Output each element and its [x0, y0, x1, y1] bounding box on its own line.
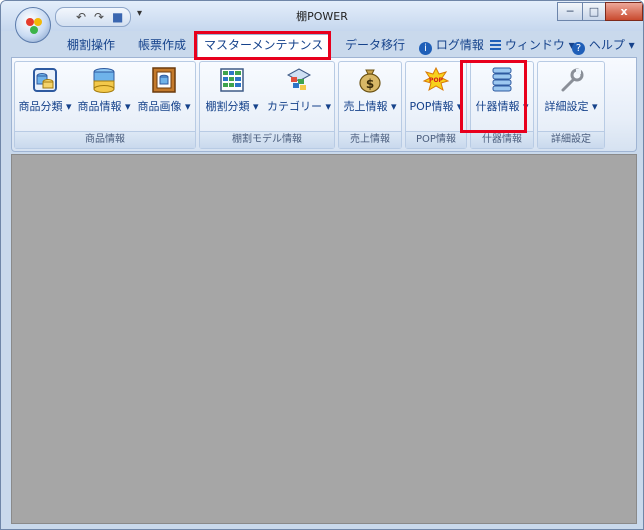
title-bar: ↶ ↷ ■ ▾ 棚POWER ─ □ x: [1, 1, 643, 31]
product-category-icon: [33, 68, 57, 92]
fixture-info-button[interactable]: 什器情報 ▾: [471, 66, 533, 132]
fixture-info-label: 什器情報 ▾: [475, 100, 529, 113]
group-pop-info: POP POP情報 ▾ POP情報: [405, 61, 467, 149]
group-label-fixture-info: 什器情報: [471, 131, 533, 148]
help-menu-label: ヘルプ ▾: [588, 38, 635, 52]
group-label-sales-info: 売上情報: [339, 131, 401, 148]
pop-badge-text: POP: [429, 77, 443, 84]
product-image-button[interactable]: 商品画像 ▾: [135, 66, 193, 132]
workspace-area[interactable]: [11, 154, 637, 524]
pop-burst-icon: POP: [422, 66, 450, 92]
svg-text:$: $: [366, 77, 374, 91]
maximize-button[interactable]: □: [582, 2, 606, 21]
window-menu[interactable]: ウィンドウ ▾: [490, 35, 575, 55]
product-image-icon: [152, 67, 176, 93]
log-info-menu[interactable]: i ログ情報: [419, 35, 484, 55]
tab-master-maintenance[interactable]: マスターメンテナンス: [197, 34, 331, 57]
log-info-label: ログ情報: [435, 38, 484, 52]
help-menu[interactable]: ? ヘルプ ▾: [572, 35, 635, 55]
close-button[interactable]: x: [605, 2, 643, 21]
group-shelf-model-info: 棚割分類 ▾ カテゴリー ▾ 棚割モデル情報: [199, 61, 335, 149]
orb-red-icon: [26, 18, 34, 26]
window-menu-label: ウィンドウ ▾: [504, 38, 575, 52]
group-fixture-info: 什器情報 ▾ 什器情報: [470, 61, 534, 149]
category-icon: [286, 68, 312, 90]
product-info-label: 商品情報 ▾: [77, 100, 131, 113]
group-detail-settings: 詳細設定 ▾ 詳細設定: [537, 61, 605, 149]
orb-green-icon: [30, 26, 38, 34]
category-label: カテゴリー ▾: [266, 100, 332, 113]
help-icon: ?: [572, 42, 585, 55]
tab-shelf-operation[interactable]: 棚割操作: [67, 35, 115, 55]
product-image-label: 商品画像 ▾: [137, 100, 191, 113]
wrench-icon: [561, 68, 584, 92]
info-icon: i: [419, 42, 432, 55]
product-category-label: 商品分類 ▾: [18, 100, 72, 113]
shelf-category-button[interactable]: 棚割分類 ▾: [202, 66, 262, 132]
ribbon-tab-bar: 棚割操作 帳票作成 マスターメンテナンス データ移行 i ログ情報 ウィンドウ …: [1, 31, 643, 57]
sales-info-button[interactable]: $ 売上情報 ▾: [339, 66, 401, 132]
tab-report[interactable]: 帳票作成: [138, 35, 186, 55]
category-button[interactable]: カテゴリー ▾: [264, 66, 334, 132]
group-sales-info: $ 売上情報 ▾ 売上情報: [338, 61, 402, 149]
pop-info-label: POP情報 ▾: [409, 100, 463, 113]
group-label-shelf-model-info: 棚割モデル情報: [200, 131, 334, 148]
detail-settings-label: 詳細設定 ▾: [544, 100, 598, 113]
orb-yellow-icon: [34, 18, 42, 26]
tab-data-migration[interactable]: データ移行: [345, 35, 405, 55]
detail-settings-button[interactable]: 詳細設定 ▾: [538, 66, 604, 132]
shelf-category-label: 棚割分類 ▾: [205, 100, 259, 113]
shelf-grid-icon: [220, 68, 244, 92]
group-label-product-info: 商品情報: [15, 131, 195, 148]
product-info-button[interactable]: 商品情報 ▾: [75, 66, 133, 132]
group-product-info: 商品分類 ▾ 商品情報 ▾ 商品画像 ▾ 商品情報: [14, 61, 196, 149]
pop-info-button[interactable]: POP POP情報 ▾: [406, 66, 466, 132]
sales-info-label: 売上情報 ▾: [343, 100, 397, 113]
minimize-button[interactable]: ─: [557, 2, 583, 21]
window-title: 棚POWER: [296, 10, 348, 23]
product-database-icon: [93, 68, 115, 93]
office-orb-button[interactable]: [15, 7, 51, 43]
app-window: ↶ ↷ ■ ▾ 棚POWER ─ □ x 棚割操作 帳票作成 マスターメンテナン…: [0, 0, 644, 530]
fixture-shelf-icon: [492, 67, 512, 92]
ribbon-panel: 商品分類 ▾ 商品情報 ▾ 商品画像 ▾ 商品情報 棚割分類 ▾ カテゴリー ▾…: [11, 57, 637, 152]
group-label-pop-info: POP情報: [406, 131, 466, 148]
product-category-button[interactable]: 商品分類 ▾: [17, 66, 73, 132]
money-bag-icon: $: [359, 69, 381, 93]
group-label-detail-settings: 詳細設定: [538, 131, 604, 148]
window-list-icon: [490, 40, 501, 50]
